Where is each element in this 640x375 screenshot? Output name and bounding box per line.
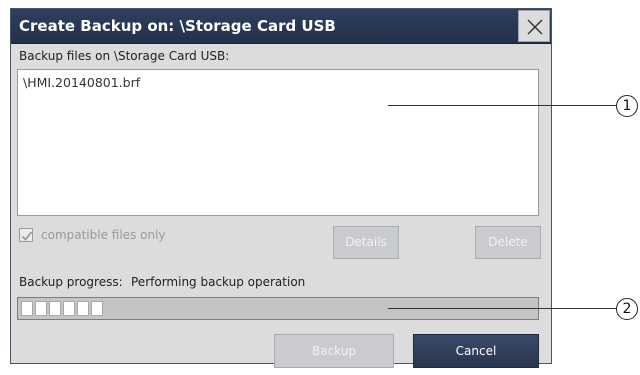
title-bar: Create Backup on: \Storage Card USB [11,9,551,44]
compatible-files-label: compatible files only [41,228,166,242]
progress-segment [49,301,61,316]
cancel-button[interactable]: Cancel [413,334,539,368]
progress-segment [21,301,33,316]
progress-segment [35,301,47,316]
progress-segment [77,301,89,316]
close-icon [527,19,543,35]
dialog-title: Create Backup on: \Storage Card USB [19,17,336,35]
callout-1: 1 [616,95,638,117]
callout-leader-2 [388,308,616,309]
list-item[interactable]: \HMI.20140801.brf [23,75,140,90]
progress-segment [63,301,75,316]
compatible-files-checkbox[interactable] [19,228,33,242]
backup-dialog: Create Backup on: \Storage Card USB Back… [10,8,552,368]
details-button[interactable]: Details [333,226,399,259]
progress-segment [91,301,103,316]
backup-button[interactable]: Backup [274,334,394,368]
backup-files-label: Backup files on \Storage Card USB: [19,49,230,63]
backup-progress-label: Backup progress: [19,275,123,289]
callout-2: 2 [616,298,638,320]
backup-files-list[interactable]: \HMI.20140801.brf [17,69,539,216]
checkmark-icon [21,231,33,241]
callout-leader-1 [388,105,616,106]
backup-progress-status: Performing backup operation [131,275,306,289]
delete-button[interactable]: Delete [475,226,541,259]
close-button[interactable] [518,10,550,42]
